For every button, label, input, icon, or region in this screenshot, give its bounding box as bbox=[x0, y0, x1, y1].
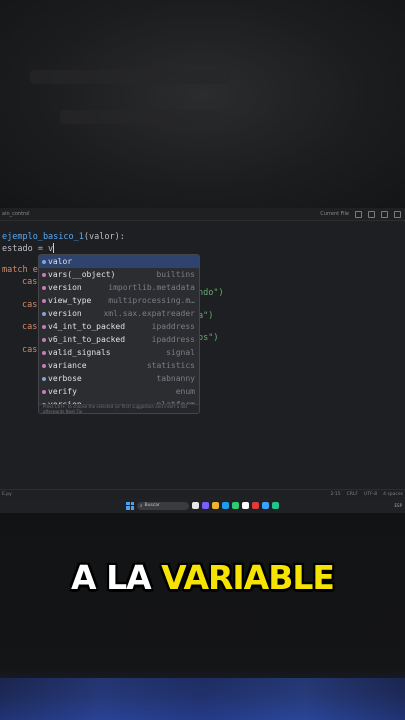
completion-name: valid_signals bbox=[48, 348, 111, 357]
blur-shape bbox=[60, 110, 220, 124]
settings-icon[interactable] bbox=[394, 210, 401, 218]
bottom-glow bbox=[0, 678, 405, 720]
video-caption: A LA VARIABLE bbox=[0, 558, 405, 597]
completion-item[interactable]: variance statistics bbox=[39, 359, 199, 372]
blur-shape bbox=[30, 70, 230, 84]
parameter-icon bbox=[42, 259, 46, 264]
function-name: ejemplo_basico_1 bbox=[2, 232, 84, 242]
pycharm-icon[interactable] bbox=[232, 502, 239, 509]
string-fragment: ndo") bbox=[198, 288, 224, 298]
case-keyword: cas bbox=[22, 345, 38, 355]
project-name[interactable]: ain_control bbox=[2, 211, 29, 217]
string-fragment: a") bbox=[198, 311, 214, 321]
status-encoding[interactable]: UTF-8 bbox=[364, 492, 377, 497]
match-statement: match e bbox=[2, 265, 38, 275]
debug-icon[interactable] bbox=[368, 210, 375, 218]
variable-icon bbox=[42, 376, 46, 381]
run-config-selector[interactable]: Current File bbox=[320, 211, 349, 217]
edge-icon[interactable] bbox=[222, 502, 229, 509]
function-icon bbox=[42, 272, 46, 277]
function-icon bbox=[42, 285, 46, 290]
function-params: (valor): bbox=[83, 232, 125, 242]
completion-source: ipaddress bbox=[151, 322, 195, 331]
case-keyword: cas bbox=[22, 277, 38, 287]
function-icon bbox=[42, 324, 46, 329]
completion-source: multiprocessing.m… bbox=[108, 296, 195, 305]
code-line-case-2: cas bbox=[22, 300, 37, 310]
completion-name: vars(__object) bbox=[48, 270, 116, 279]
completion-source: ipaddress bbox=[151, 335, 195, 344]
completion-item[interactable]: version xml.sax.expatreader bbox=[39, 307, 199, 320]
case-keyword: cas bbox=[22, 300, 38, 310]
caption-part-white: A LA bbox=[71, 558, 162, 597]
text-caret bbox=[53, 243, 55, 253]
code-line-case-3: cas bbox=[22, 322, 37, 332]
stop-icon[interactable] bbox=[381, 210, 388, 218]
completion-item[interactable]: v4_int_to_packed ipaddress bbox=[39, 320, 199, 333]
completion-name: view_type bbox=[48, 296, 92, 305]
system-tray[interactable]: ESP bbox=[395, 503, 402, 508]
completion-item[interactable]: vars(__object) builtins bbox=[39, 268, 199, 281]
completion-item[interactable]: version importlib.metadata bbox=[39, 281, 199, 294]
code-line-case-4: cas bbox=[22, 345, 37, 355]
status-line-ending[interactable]: CRLF bbox=[347, 492, 358, 497]
completion-name: variance bbox=[48, 361, 87, 370]
completion-item[interactable]: valor bbox=[39, 255, 199, 268]
windows-start-icon[interactable] bbox=[126, 501, 134, 510]
taskbar-search[interactable]: ⌕ Buscar bbox=[137, 501, 189, 510]
completion-source: statistics bbox=[146, 361, 195, 370]
function-icon bbox=[42, 363, 46, 368]
variable-icon bbox=[42, 311, 46, 316]
completion-name: version bbox=[48, 283, 82, 292]
case-keyword: cas bbox=[22, 322, 38, 332]
function-icon bbox=[42, 389, 46, 394]
autocomplete-footer: Press Ctrl+. to choose the selected (or … bbox=[39, 404, 199, 413]
code-line-case-1: cas bbox=[22, 277, 37, 287]
function-icon bbox=[42, 350, 46, 355]
completion-source: enum bbox=[175, 387, 195, 396]
search-icon: ⌕ bbox=[140, 503, 143, 509]
completion-item[interactable]: valid_signals signal bbox=[39, 346, 199, 359]
status-indent[interactable]: 4 spaces bbox=[383, 492, 403, 497]
status-file[interactable]: E.py bbox=[2, 492, 12, 497]
completion-source: builtins bbox=[156, 270, 195, 279]
completion-source: importlib.metadata bbox=[108, 283, 195, 292]
function-icon bbox=[42, 337, 46, 342]
completion-source: tabnanny bbox=[156, 374, 195, 383]
run-icon[interactable] bbox=[355, 210, 362, 218]
task-view-icon[interactable] bbox=[192, 502, 199, 509]
code-line-1: ejemplo_basico_1(valor): bbox=[2, 232, 125, 242]
autocomplete-popup[interactable]: valor vars(__object) builtins version impo… bbox=[38, 254, 200, 414]
completion-item[interactable]: verify enum bbox=[39, 385, 199, 398]
search-label: Buscar bbox=[144, 503, 160, 508]
app-icon[interactable] bbox=[202, 502, 209, 509]
function-icon bbox=[42, 298, 46, 303]
completion-name: verbose bbox=[48, 374, 82, 383]
completion-name: valor bbox=[48, 257, 73, 266]
windows-taskbar: ⌕ Buscar ESP bbox=[0, 498, 405, 513]
caption-part-yellow: VARIABLE bbox=[161, 558, 335, 597]
string-fragment: os") bbox=[198, 333, 219, 343]
blurred-background bbox=[0, 0, 405, 210]
code-line-match: match e bbox=[2, 265, 38, 275]
folder-icon[interactable] bbox=[212, 502, 219, 509]
code-line-2: estado = v bbox=[2, 243, 55, 254]
completion-name: verify bbox=[48, 387, 77, 396]
completion-name: version bbox=[48, 309, 82, 318]
status-position[interactable]: 2:15 bbox=[331, 492, 341, 497]
app-icon[interactable] bbox=[262, 502, 269, 509]
app-icon[interactable] bbox=[272, 502, 279, 509]
completion-name: v4_int_to_packed bbox=[48, 322, 126, 331]
completion-item[interactable]: verbose tabnanny bbox=[39, 372, 199, 385]
completion-name: v6_int_to_packed bbox=[48, 335, 126, 344]
completion-item[interactable]: v6_int_to_packed ipaddress bbox=[39, 333, 199, 346]
completion-source: signal bbox=[166, 348, 195, 357]
ide-toolbar: ain_control Current File bbox=[0, 208, 405, 221]
assignment-text: estado = v bbox=[2, 244, 54, 254]
completion-source: xml.sax.expatreader bbox=[103, 309, 195, 318]
completion-item[interactable]: view_type multiprocessing.m… bbox=[39, 294, 199, 307]
app-icon[interactable] bbox=[242, 502, 249, 509]
app-icon[interactable] bbox=[252, 502, 259, 509]
